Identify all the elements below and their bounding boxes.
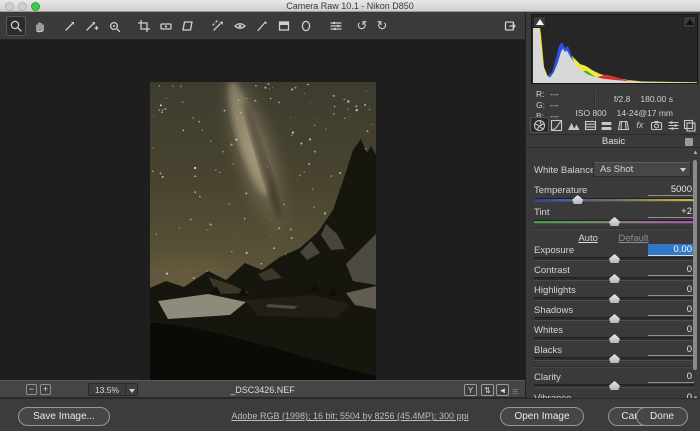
spot-removal-tool-icon[interactable] [208, 16, 228, 36]
whites-label: Whites [534, 325, 563, 336]
temperature-label: Temperature [534, 185, 587, 196]
straighten-tool-icon[interactable] [156, 16, 176, 36]
white-balance-tool-icon[interactable] [60, 16, 80, 36]
status-bar: − + 13.5% _DSC3426.NEF Y ⇅ ◄ ≡ [0, 380, 525, 398]
color-sampler-tool-icon[interactable] [82, 16, 102, 36]
tint-value[interactable]: +2 [648, 206, 694, 218]
temperature-slider[interactable] [534, 198, 694, 202]
panel-menu-icon[interactable] [685, 138, 693, 146]
swap-before-after-button[interactable]: ⇅ [481, 384, 494, 396]
preview-mode-button[interactable]: Y [464, 384, 477, 396]
workflow-options: Adobe RGB (1998); 16 bit; 5504 by 8256 (… [0, 411, 700, 421]
panel-scrollbar[interactable]: ▲ ▼ [692, 152, 699, 396]
tab-camera-calibration[interactable] [648, 117, 665, 133]
scroll-up-icon[interactable]: ▲ [692, 150, 699, 156]
highlights-label: Highlights [534, 285, 576, 296]
window-title: Camera Raw 10.1 - Nikon D850 [0, 0, 700, 12]
copy-settings-button[interactable]: ◄ [496, 384, 509, 396]
shadows-slider[interactable] [534, 317, 694, 321]
close-window-button[interactable] [5, 2, 14, 11]
targeted-adjustment-tool-icon[interactable] [104, 16, 124, 36]
contrast-slider[interactable] [534, 277, 694, 281]
tint-label: Tint [534, 207, 549, 218]
rotate-ccw-icon[interactable]: ↺ [352, 16, 372, 36]
tab-presets[interactable] [665, 117, 682, 133]
auto-link[interactable]: Auto [578, 233, 598, 244]
crop-tool-icon[interactable] [134, 16, 154, 36]
scrollbar-thumb[interactable] [693, 160, 697, 370]
tab-tone-curve[interactable] [549, 117, 566, 133]
chevron-down-icon [676, 164, 690, 175]
shot-info: f/2.8180.00 s ISO 80014-24@17 mm [575, 92, 673, 120]
histogram[interactable] [531, 14, 698, 84]
transform-tool-icon[interactable] [178, 16, 198, 36]
wb-label: White Balance: [534, 165, 598, 176]
adjustment-brush-tool-icon[interactable] [252, 16, 272, 36]
tint-slider[interactable] [534, 220, 694, 224]
tab-lens-corrections[interactable] [615, 117, 632, 133]
white-balance-value: As Shot [594, 164, 676, 175]
tab-effects[interactable]: fx [632, 117, 649, 133]
preferences-icon[interactable] [326, 16, 346, 36]
footer-bar: Save Image... Adobe RGB (1998); 16 bit; … [0, 398, 700, 431]
highlights-value[interactable]: 0 [648, 284, 694, 296]
filename-label: _DSC3426.NEF [0, 385, 525, 395]
blacks-label: Blacks [534, 345, 562, 356]
workflow-options-link[interactable]: Adobe RGB (1998); 16 bit; 5504 by 8256 (… [231, 411, 468, 421]
basic-panel-header: Basic [526, 134, 700, 148]
highlight-clipping-indicator[interactable] [683, 16, 696, 28]
whites-value[interactable]: 0 [648, 324, 694, 336]
adjustments-panel: R:--- G:--- B:--- f/2.8180.00 s ISO 8001… [525, 12, 700, 398]
hand-tool-icon[interactable] [30, 16, 50, 36]
highlights-slider[interactable] [534, 297, 694, 301]
shadow-clipping-indicator[interactable] [533, 16, 546, 28]
whites-slider[interactable] [534, 337, 694, 341]
zoom-window-button[interactable] [31, 2, 40, 11]
graduated-filter-tool-icon[interactable] [274, 16, 294, 36]
contrast-value[interactable]: 0 [648, 264, 694, 276]
exposure-label: Exposure [534, 245, 574, 256]
window-titlebar: Camera Raw 10.1 - Nikon D850 [0, 0, 700, 12]
blacks-value[interactable]: 0 [648, 344, 694, 356]
temperature-slider-thumb[interactable] [572, 195, 583, 204]
tab-snapshots[interactable] [681, 117, 698, 133]
temperature-value[interactable]: 5000 [648, 184, 694, 196]
toggle-fullscreen-icon[interactable] [500, 16, 520, 36]
exposure-value[interactable]: 0.00 [648, 244, 694, 256]
contrast-label: Contrast [534, 265, 570, 276]
blacks-slider[interactable] [534, 357, 694, 361]
default-link[interactable]: Default [619, 233, 649, 244]
open-image-button[interactable]: Open Image [500, 407, 584, 426]
tab-basic[interactable] [530, 117, 549, 133]
rotate-cw-icon[interactable]: ↻ [372, 16, 392, 36]
preview-menu-icon[interactable]: ≡ [512, 386, 518, 398]
done-button[interactable]: Done [636, 407, 688, 426]
toolbar: ↺ ↻ [0, 12, 525, 40]
basic-controls: White Balance: As Shot Temperature 5000 … [526, 148, 700, 398]
shadows-value[interactable]: 0 [648, 304, 694, 316]
tint-slider-thumb[interactable] [609, 217, 620, 226]
panel-tabs: fx [530, 117, 698, 134]
clarity-value[interactable]: 0 [648, 371, 694, 383]
photo-preview[interactable] [150, 82, 376, 418]
radial-filter-tool-icon[interactable] [296, 16, 316, 36]
clarity-slider[interactable] [534, 384, 694, 388]
tab-hsl-grayscale[interactable] [582, 117, 599, 133]
exposure-slider[interactable] [534, 257, 694, 261]
red-eye-removal-tool-icon[interactable] [230, 16, 250, 36]
clarity-label: Clarity [534, 372, 561, 383]
white-balance-select[interactable]: As Shot [593, 162, 691, 177]
shadows-label: Shadows [534, 305, 573, 316]
basic-panel-title: Basic [526, 135, 700, 148]
image-canvas[interactable] [0, 40, 525, 380]
minimize-window-button[interactable] [18, 2, 27, 11]
tab-split-toning[interactable] [598, 117, 615, 133]
tab-detail[interactable] [565, 117, 582, 133]
zoom-tool-icon[interactable] [6, 16, 26, 36]
